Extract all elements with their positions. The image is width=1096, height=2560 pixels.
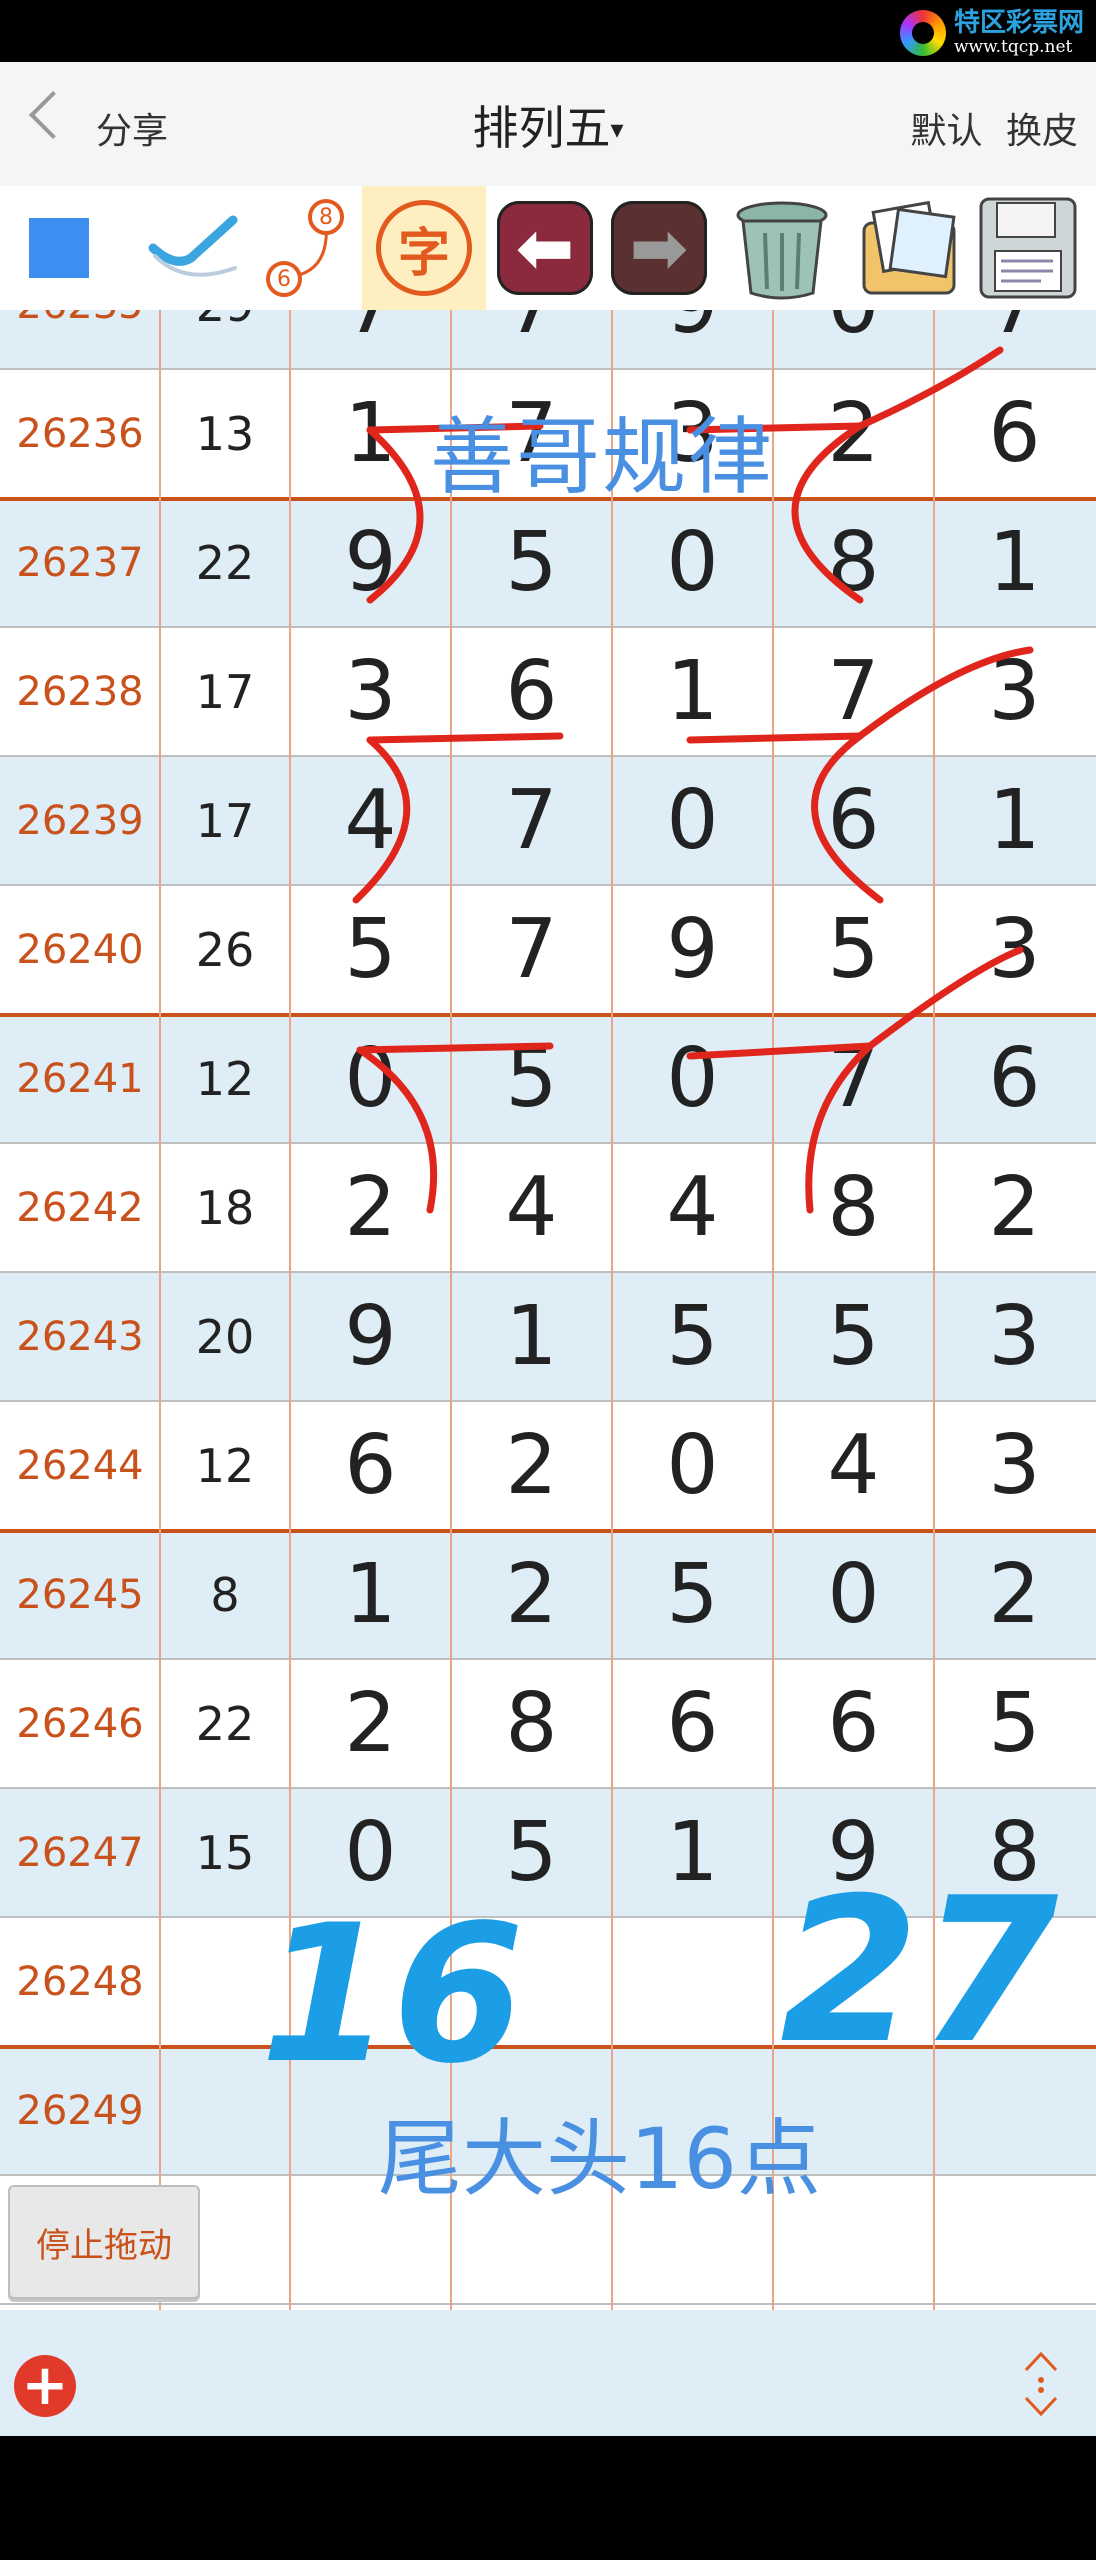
ink-stroke bbox=[856, 646, 1034, 740]
trash-icon bbox=[736, 201, 828, 300]
dots-icon: 8 6 bbox=[266, 199, 344, 297]
arrow-left-icon: ⬅ bbox=[515, 207, 575, 289]
svg-text:6: 6 bbox=[277, 267, 291, 292]
watermark-name: 特区彩票网 bbox=[953, 8, 1084, 38]
image-button[interactable] bbox=[848, 186, 970, 310]
handwritten-number-right: 27 bbox=[780, 1855, 1058, 2088]
bottom-bar: + bbox=[0, 2310, 1096, 2436]
stop-drag-button[interactable]: 停止拖动 bbox=[8, 2185, 200, 2299]
save-button[interactable] bbox=[972, 186, 1084, 310]
watermark: 特区彩票网 www.tqcp.net bbox=[899, 8, 1084, 58]
ink-stroke bbox=[356, 1042, 554, 1054]
expand-vertical-icon[interactable] bbox=[1016, 2346, 1066, 2422]
ink-stroke bbox=[366, 732, 564, 744]
lottery-grid[interactable]: 2623529779072623613173262623722950812623… bbox=[0, 310, 1096, 2310]
handwritten-number-left: 16 bbox=[260, 1884, 525, 2105]
status-bar: 特区彩票网 www.tqcp.net bbox=[0, 0, 1096, 62]
text-tool-button[interactable]: 字 bbox=[362, 186, 486, 310]
ink-stroke bbox=[366, 426, 424, 604]
pen-icon bbox=[148, 215, 238, 277]
ink-stroke bbox=[811, 732, 884, 904]
ink-stroke bbox=[686, 1042, 874, 1060]
watermark-logo-icon bbox=[899, 10, 946, 56]
ink-stroke bbox=[805, 1042, 874, 1214]
number-dots-button[interactable]: 8 6 bbox=[256, 186, 354, 310]
drawing-overlay: 27 bbox=[352, 346, 1058, 2088]
blue-square-icon bbox=[29, 218, 89, 278]
svg-text:8: 8 bbox=[319, 205, 333, 230]
ink-stroke bbox=[866, 946, 1024, 1050]
redo-button[interactable]: ➡ bbox=[606, 186, 712, 310]
dropdown-caret-icon: ▾ bbox=[610, 115, 624, 145]
watermark-url: www.tqcp.net bbox=[953, 37, 1073, 57]
text-char-icon: 字 bbox=[376, 200, 472, 296]
app-header: 分享 排列五▾ 默认 换皮 bbox=[0, 62, 1096, 186]
photos-icon bbox=[862, 200, 956, 295]
ink-stroke bbox=[791, 422, 864, 604]
nav-bar bbox=[0, 2436, 1096, 2560]
undo-button[interactable]: ⬅ bbox=[492, 186, 598, 310]
pen-tool-button[interactable] bbox=[140, 186, 250, 310]
add-icon[interactable]: + bbox=[14, 2355, 76, 2417]
ink-stroke bbox=[856, 346, 1004, 430]
ink-stroke bbox=[356, 1046, 438, 1214]
annotation-bottom: 尾大头16点 bbox=[378, 2110, 821, 2208]
ink-stroke bbox=[352, 736, 411, 904]
trash-button[interactable] bbox=[722, 186, 842, 310]
theme-options[interactable]: 默认 换皮 bbox=[911, 102, 1078, 154]
floppy-disk-icon bbox=[979, 197, 1077, 299]
annotation-title: 善哥规律 bbox=[430, 408, 775, 506]
arrow-right-icon: ➡ bbox=[629, 207, 689, 289]
ink-stroke bbox=[686, 732, 864, 744]
drawing-toolbar: 8 6 字 ⬅ ➡ bbox=[0, 186, 1096, 310]
color-picker-button[interactable] bbox=[28, 186, 90, 310]
